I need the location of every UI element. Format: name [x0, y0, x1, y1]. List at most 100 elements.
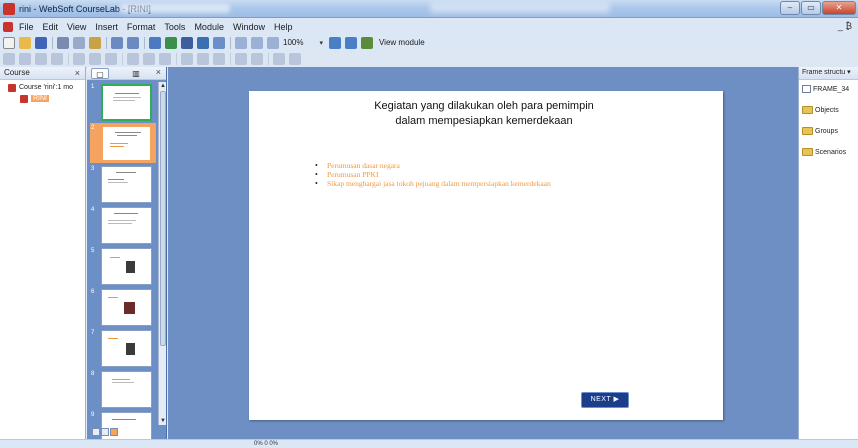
text-align-center-icon[interactable] — [89, 53, 101, 65]
course-panel-header: Course × — [0, 67, 85, 80]
thumb-number: 9 — [91, 412, 95, 418]
view-module-button[interactable]: View module — [379, 38, 425, 47]
slide-title[interactable]: Kegiatan yang dilakukan oleh para pemimp… — [309, 99, 659, 129]
slide-thumbnails: 1 2 3 4 5 6 7 8 9 — [90, 82, 156, 448]
menu-module[interactable]: Module — [194, 22, 224, 32]
scroll-thumb[interactable] — [160, 91, 166, 346]
frames-tab-icon[interactable]: ▥ — [127, 68, 145, 79]
bullets-icon[interactable] — [127, 53, 139, 65]
module-icon — [20, 94, 28, 103]
align-left-object-icon[interactable] — [3, 53, 15, 65]
slide-thumbnail-selected[interactable]: 2 — [90, 123, 156, 163]
save-icon[interactable] — [35, 36, 47, 49]
fill-color-icon[interactable] — [273, 53, 285, 65]
thumb-number: 5 — [91, 248, 95, 254]
redo-icon[interactable] — [127, 36, 139, 49]
frame-structure-header[interactable]: Frame structu ▾ — [799, 67, 858, 80]
tree-item-course[interactable]: Course 'rini':1 mo — [0, 82, 85, 93]
slide-page[interactable]: Kegiatan yang dilakukan oleh para pemimp… — [249, 91, 723, 420]
formatting-toolbar — [0, 51, 858, 68]
insert-object-icon[interactable] — [181, 36, 193, 49]
course-panel: Course × Course 'rini':1 mo RINI — [0, 67, 86, 439]
cut-icon[interactable] — [57, 36, 69, 49]
menu-view[interactable]: View — [67, 22, 86, 32]
slide-thumbnail[interactable]: 8 — [90, 369, 156, 409]
distribute-icon[interactable] — [251, 53, 263, 65]
scroll-up-icon[interactable]: ▲ — [159, 82, 167, 90]
slide-thumbnail[interactable]: 4 — [90, 205, 156, 245]
thumb-preview — [101, 84, 152, 121]
close-icon[interactable]: × — [75, 67, 80, 79]
zoom-out-icon[interactable] — [251, 36, 263, 49]
document-icon[interactable] — [3, 21, 13, 32]
standard-toolbar: 100% ▾ View module — [0, 34, 858, 51]
thumbnails-scrollbar[interactable]: ▲ ▼ — [158, 82, 166, 425]
add-frame-icon[interactable] — [101, 428, 109, 436]
copy-icon[interactable] — [73, 36, 85, 49]
zoom-in-icon[interactable] — [235, 36, 247, 49]
menu-insert[interactable]: Insert — [95, 22, 118, 32]
menu-edit[interactable]: Edit — [43, 22, 59, 32]
bullet-item: Perumusan dasar negara — [315, 161, 555, 170]
menu-window[interactable]: Window — [233, 22, 265, 32]
menu-format[interactable]: Format — [127, 22, 156, 32]
minimize-button[interactable]: – — [780, 1, 800, 15]
add-slide-icon[interactable] — [92, 428, 100, 436]
view-module-icon[interactable] — [360, 36, 373, 49]
mdi-controls[interactable]: _ ₿ — [838, 21, 852, 31]
menu-file[interactable]: File — [19, 22, 34, 32]
app-icon[interactable] — [3, 3, 15, 15]
tree-item-objects[interactable]: Objects — [799, 103, 858, 117]
insert-frame-icon[interactable] — [149, 36, 161, 49]
thumb-preview — [101, 371, 152, 408]
slide-thumbnail[interactable]: 5 — [90, 246, 156, 286]
properties-icon[interactable] — [197, 36, 209, 49]
numbering-icon[interactable] — [143, 53, 155, 65]
slide-thumbnail[interactable]: 6 — [90, 287, 156, 327]
thumb-number: 3 — [91, 166, 95, 172]
menu-help[interactable]: Help — [274, 22, 293, 32]
slide-bullet-list[interactable]: Perumusan dasar negara Perumusan PPKI Si… — [315, 161, 555, 188]
slide-thumbnail[interactable]: 1 — [90, 82, 156, 122]
slide-title-line: Kegiatan yang dilakukan oleh para pemimp… — [374, 100, 594, 112]
slides-tab-icon[interactable]: ▢ — [91, 68, 109, 79]
zoom-level[interactable]: 100% — [283, 38, 303, 47]
tree-item-frame[interactable]: FRAME_34 — [799, 82, 858, 96]
text-align-right-icon[interactable] — [105, 53, 117, 65]
slides-panel-header: ▢ ▥ × — [87, 67, 166, 80]
next-button[interactable]: NEXT ▶ — [581, 392, 629, 408]
tree-item-groups[interactable]: Groups — [799, 124, 858, 138]
align-right-object-icon[interactable] — [35, 53, 47, 65]
paste-icon[interactable] — [89, 36, 101, 49]
thumb-number: 4 — [91, 207, 95, 213]
thumb-preview — [101, 166, 152, 203]
table-icon[interactable] — [181, 53, 193, 65]
publish-icon[interactable] — [344, 36, 357, 49]
tree-item-module[interactable]: RINI — [0, 93, 85, 104]
restore-button[interactable]: ▭ — [801, 1, 821, 15]
layer-icon[interactable] — [213, 53, 225, 65]
spacing-icon[interactable] — [235, 53, 247, 65]
run-icon[interactable] — [328, 36, 341, 49]
insert-slide-icon[interactable] — [165, 36, 177, 49]
slide-thumbnail[interactable]: 3 — [90, 164, 156, 204]
current-slide-icon[interactable] — [110, 428, 118, 436]
close-icon[interactable]: × — [156, 67, 161, 77]
new-icon[interactable] — [3, 36, 15, 49]
slide-thumbnail[interactable]: 7 — [90, 328, 156, 368]
tree-item-scenarios[interactable]: Scenarios — [799, 145, 858, 159]
close-button[interactable]: ✕ — [822, 1, 856, 15]
open-icon[interactable] — [19, 36, 31, 49]
scroll-down-icon[interactable]: ▼ — [159, 417, 167, 425]
preview-icon[interactable] — [213, 36, 225, 49]
align-top-icon[interactable] — [51, 53, 63, 65]
undo-icon[interactable] — [111, 36, 123, 49]
menu-tools[interactable]: Tools — [164, 22, 185, 32]
align-center-object-icon[interactable] — [19, 53, 31, 65]
arrow-icon[interactable] — [197, 53, 209, 65]
line-color-icon[interactable] — [289, 53, 301, 65]
zoom-fit-icon[interactable] — [267, 36, 279, 49]
text-align-left-icon[interactable] — [73, 53, 85, 65]
indent-icon[interactable] — [159, 53, 171, 65]
zoom-dropdown-icon[interactable]: ▾ — [319, 39, 323, 47]
